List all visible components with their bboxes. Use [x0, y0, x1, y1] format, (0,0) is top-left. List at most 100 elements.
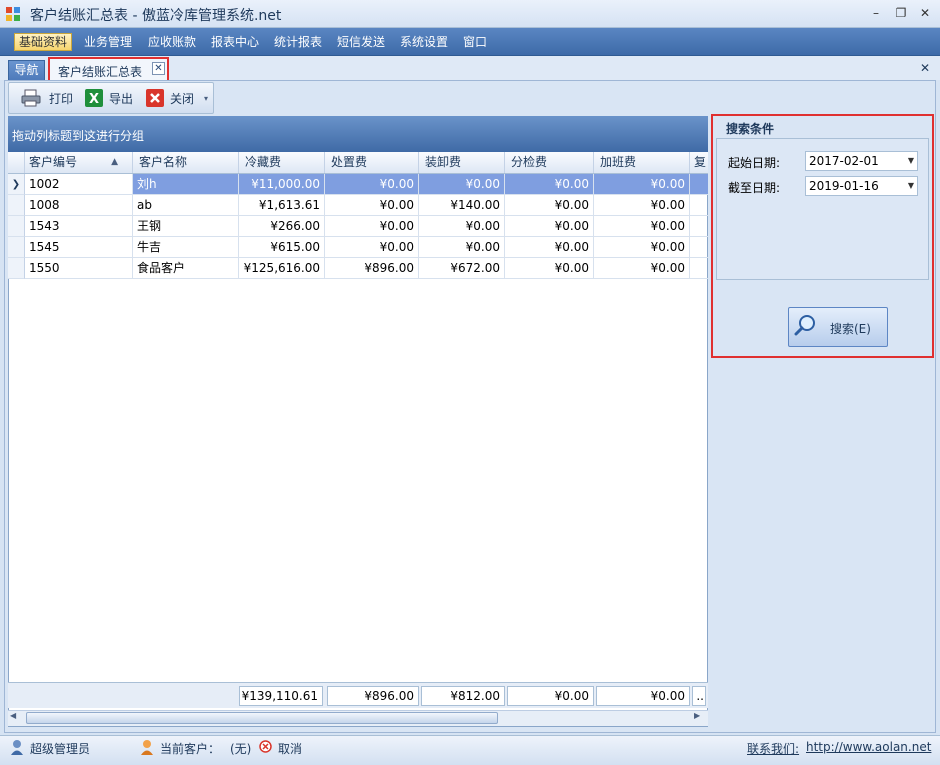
start-date-label: 起始日期:	[728, 156, 781, 170]
cancel-icon	[259, 740, 272, 753]
cell-overtime: ¥0.00	[594, 258, 690, 279]
cell-disposal: ¥896.00	[325, 258, 419, 279]
cell-handling: ¥0.00	[419, 216, 505, 237]
cell-customer-id: 1002	[25, 174, 133, 195]
toolbar-overflow-icon[interactable]: ▾	[204, 89, 208, 109]
side-panel-bg	[711, 358, 934, 728]
table-row[interactable]: 1543 王钢 ¥266.00 ¥0.00 ¥0.00 ¥0.00 ¥0.00	[8, 216, 708, 237]
cell-customer-name: 刘h	[133, 174, 239, 195]
col-sorting[interactable]: 分检费	[505, 152, 594, 173]
cell-overtime: ¥0.00	[594, 237, 690, 258]
contact-label: 联系我们:	[747, 742, 800, 756]
cell-more	[690, 195, 708, 216]
search-icon	[794, 315, 815, 336]
menu-window[interactable]: 窗口	[459, 33, 491, 51]
menu-sms[interactable]: 短信发送	[333, 33, 389, 51]
close-red-icon	[146, 89, 164, 107]
cell-overtime: ¥0.00	[594, 216, 690, 237]
scrollbar-thumb[interactable]	[26, 712, 498, 724]
printer-icon	[21, 89, 41, 107]
total-disposal: ¥896.00	[327, 686, 419, 706]
menu-settings[interactable]: 系统设置	[396, 33, 452, 51]
row-indicator	[8, 258, 25, 279]
minimize-button[interactable]: –	[866, 4, 886, 22]
cell-more	[690, 258, 708, 279]
cell-handling: ¥0.00	[419, 237, 505, 258]
col-cold-storage[interactable]: 冷藏费	[239, 152, 325, 173]
customer-icon	[141, 740, 153, 755]
user-icon	[11, 740, 23, 755]
tab-close-icon[interactable]: ✕	[152, 62, 165, 75]
current-user: 超级管理员	[30, 742, 91, 756]
close-button[interactable]: 关闭	[170, 89, 194, 109]
tab-navigation[interactable]: 导航	[8, 60, 45, 81]
cell-disposal: ¥0.00	[325, 216, 419, 237]
col-more[interactable]: 复	[690, 152, 708, 173]
cell-sorting: ¥0.00	[505, 258, 594, 279]
menu-bar: 基础资料 业务管理 应收账款 报表中心 统计报表 短信发送 系统设置 窗口	[0, 28, 940, 56]
table-row[interactable]: 1008 ab ¥1,613.61 ¥0.00 ¥140.00 ¥0.00 ¥0…	[8, 195, 708, 216]
cell-disposal: ¥0.00	[325, 174, 419, 195]
col-disposal[interactable]: 处置费	[325, 152, 419, 173]
table-row[interactable]: 1550 食品客户 ¥125,616.00 ¥896.00 ¥672.00 ¥0…	[8, 258, 708, 279]
cell-customer-id: 1543	[25, 216, 133, 237]
cell-sorting: ¥0.00	[505, 237, 594, 258]
end-date-picker[interactable]: 2019-01-16 ▼	[805, 176, 918, 196]
cell-disposal: ¥0.00	[325, 195, 419, 216]
end-date-label: 截至日期:	[728, 181, 781, 195]
total-more: ..	[692, 686, 706, 706]
group-panel[interactable]: 拖动列标题到这进行分组	[8, 116, 708, 152]
excel-export-icon: X	[85, 89, 103, 107]
cancel-customer-button[interactable]: 取消	[278, 740, 302, 757]
cell-customer-name: 王钢	[133, 216, 239, 237]
scroll-right-icon[interactable]: ▶	[694, 711, 700, 720]
table-row[interactable]: ❯ 1002 刘h ¥11,000.00 ¥0.00 ¥0.00 ¥0.00 ¥…	[8, 174, 708, 195]
col-customer-id-label: 客户编号	[29, 155, 78, 169]
cell-customer-name: ab	[133, 195, 239, 216]
export-button[interactable]: 导出	[109, 89, 133, 109]
menu-statistics[interactable]: 统计报表	[270, 33, 326, 51]
menu-business[interactable]: 业务管理	[80, 33, 136, 51]
total-handling: ¥812.00	[421, 686, 505, 706]
row-indicator-icon: ❯	[8, 174, 25, 195]
website-link[interactable]: http://www.aolan.net	[806, 740, 931, 754]
col-handling[interactable]: 装卸费	[419, 152, 505, 173]
chevron-down-icon: ▼	[907, 181, 914, 190]
col-customer-name[interactable]: 客户名称	[133, 152, 239, 173]
current-customer-value: (无)	[230, 742, 252, 756]
start-date-picker[interactable]: 2017-02-01 ▼	[805, 151, 918, 171]
restore-button[interactable]: ❐	[891, 4, 911, 22]
search-panel-title: 搜索条件	[726, 122, 775, 136]
cell-cold-storage: ¥11,000.00	[239, 174, 325, 195]
cell-sorting: ¥0.00	[505, 174, 594, 195]
search-criteria-box: 起始日期: 2017-02-01 ▼ 截至日期: 2019-01-16 ▼	[716, 138, 929, 280]
col-customer-id[interactable]: 客户编号 ▲	[25, 152, 133, 173]
row-indicator	[8, 216, 25, 237]
scroll-left-icon[interactable]: ◀	[10, 711, 16, 720]
cell-customer-id: 1550	[25, 258, 133, 279]
sort-asc-icon: ▲	[111, 157, 118, 167]
cell-customer-name: 食品客户	[133, 258, 239, 279]
menu-receivables[interactable]: 应收账款	[144, 33, 200, 51]
cell-sorting: ¥0.00	[505, 216, 594, 237]
print-button[interactable]: 打印	[49, 89, 73, 109]
search-button-label: 搜索(E)	[830, 322, 871, 336]
grid-footer: ¥139,110.61 ¥896.00 ¥812.00 ¥0.00 ¥0.00 …	[8, 682, 708, 708]
cell-customer-id: 1008	[25, 195, 133, 216]
cell-cold-storage: ¥125,616.00	[239, 258, 325, 279]
menu-report-center[interactable]: 报表中心	[207, 33, 263, 51]
cell-more	[690, 216, 708, 237]
cell-cold-storage: ¥615.00	[239, 237, 325, 258]
close-window-button[interactable]: ✕	[915, 4, 935, 22]
cell-overtime: ¥0.00	[594, 174, 690, 195]
table-row[interactable]: 1545 牛吉 ¥615.00 ¥0.00 ¥0.00 ¥0.00 ¥0.00	[8, 237, 708, 258]
cell-sorting: ¥0.00	[505, 195, 594, 216]
col-overtime[interactable]: 加班费	[594, 152, 690, 173]
total-overtime: ¥0.00	[596, 686, 690, 706]
cell-cold-storage: ¥1,613.61	[239, 195, 325, 216]
menu-basic-data[interactable]: 基础资料	[14, 33, 73, 51]
cell-disposal: ¥0.00	[325, 237, 419, 258]
cell-customer-id: 1545	[25, 237, 133, 258]
panel-close-icon[interactable]: ✕	[920, 61, 930, 75]
window-title: 客户结账汇总表 - 傲蓝冷库管理系统.net	[30, 8, 282, 24]
